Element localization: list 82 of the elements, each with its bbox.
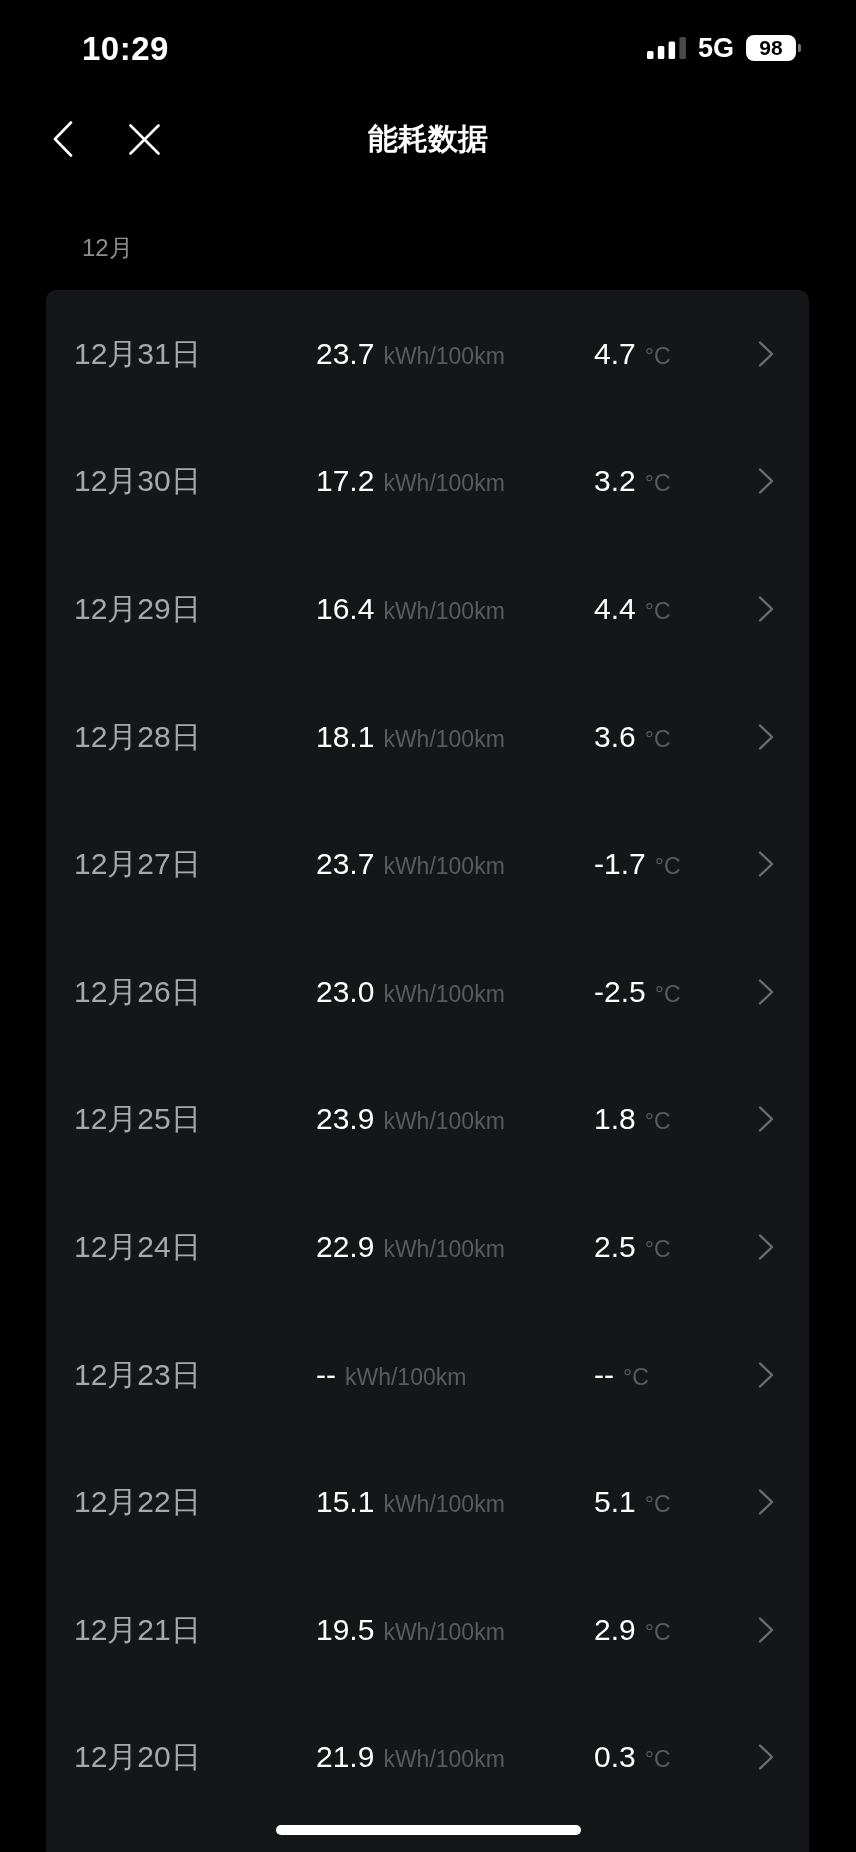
date-label: 12月29日 bbox=[74, 591, 201, 627]
consumption-unit: kWh/100km bbox=[383, 598, 505, 626]
temperature-value: 2.5 bbox=[594, 1228, 636, 1265]
consumption-value: 23.7 bbox=[316, 335, 375, 372]
chevron-right-icon[interactable] bbox=[758, 1361, 774, 1388]
date-label: 12月22日 bbox=[74, 1484, 201, 1521]
consumption-unit: kWh/100km bbox=[383, 1108, 505, 1136]
chevron-right-icon[interactable] bbox=[758, 1616, 774, 1643]
temperature-value: 2.9 bbox=[594, 1611, 636, 1648]
month-label: 12月 bbox=[82, 234, 133, 262]
chevron-right-icon[interactable] bbox=[758, 978, 774, 1005]
consumption-unit: kWh/100km bbox=[383, 470, 505, 498]
temperature-unit: °C bbox=[654, 980, 681, 1009]
consumption-value: 23.9 bbox=[316, 1101, 375, 1138]
date-label: 12月28日 bbox=[74, 718, 201, 755]
close-icon bbox=[129, 123, 160, 155]
signal-icon bbox=[646, 37, 686, 59]
consumption-unit: kWh/100km bbox=[383, 853, 505, 881]
date-label: 12月25日 bbox=[74, 1101, 201, 1138]
consumption-value: 18.1 bbox=[316, 718, 375, 755]
back-button[interactable] bbox=[53, 121, 73, 157]
temperature-unit: °C bbox=[644, 725, 671, 754]
consumption-value: 15.1 bbox=[316, 1484, 375, 1521]
consumption-value: 22.9 bbox=[316, 1228, 375, 1265]
temperature-value: -2.5 bbox=[594, 973, 646, 1010]
date-label: 12月30日 bbox=[74, 463, 201, 500]
consumption-unit: kWh/100km bbox=[383, 1235, 505, 1264]
consumption-value: -- bbox=[316, 1356, 336, 1393]
consumption-unit: kWh/100km bbox=[383, 1618, 505, 1647]
consumption-value: 16.4 bbox=[316, 591, 375, 627]
consumption-value: 19.5 bbox=[316, 1611, 375, 1648]
chevron-right-icon[interactable] bbox=[758, 1489, 774, 1516]
consumption-unit: kWh/100km bbox=[345, 1363, 467, 1392]
temperature-value: 1.8 bbox=[594, 1101, 636, 1138]
chevron-right-icon[interactable] bbox=[758, 851, 774, 878]
date-label: 12月20日 bbox=[74, 1739, 201, 1776]
temperature-unit: °C bbox=[654, 853, 681, 881]
chevron-right-icon[interactable] bbox=[758, 1106, 774, 1133]
page-title: 能耗数据 bbox=[368, 121, 488, 157]
consumption-unit: kWh/100km bbox=[383, 725, 505, 754]
temperature-unit: °C bbox=[644, 598, 671, 626]
date-label: 12月23日 bbox=[74, 1356, 201, 1393]
temperature-value: 3.2 bbox=[594, 463, 636, 500]
consumption-value: 17.2 bbox=[316, 463, 375, 500]
date-label: 12月26日 bbox=[74, 973, 201, 1010]
consumption-value: 23.7 bbox=[316, 846, 375, 883]
temperature-unit: °C bbox=[644, 1108, 671, 1136]
temperature-value: -1.7 bbox=[594, 846, 646, 883]
consumption-unit: kWh/100km bbox=[383, 342, 505, 371]
consumption-unit: kWh/100km bbox=[383, 1491, 505, 1519]
temperature-unit: °C bbox=[644, 1618, 671, 1647]
temperature-unit: °C bbox=[623, 1363, 649, 1392]
temperature-unit: °C bbox=[644, 1746, 671, 1774]
chevron-left-icon bbox=[53, 121, 73, 157]
temperature-value: 5.1 bbox=[594, 1484, 636, 1521]
battery-indicator: 98 bbox=[746, 35, 801, 61]
temperature-value: 0.3 bbox=[594, 1739, 636, 1776]
chevron-right-icon[interactable] bbox=[758, 1233, 774, 1260]
temperature-unit: °C bbox=[644, 342, 671, 371]
chevron-right-icon[interactable] bbox=[758, 340, 774, 367]
temperature-unit: °C bbox=[644, 470, 671, 498]
temperature-value: 4.4 bbox=[594, 591, 636, 627]
date-label: 12月31日 bbox=[74, 335, 201, 372]
chevron-right-icon[interactable] bbox=[758, 596, 774, 622]
date-label: 12月27日 bbox=[74, 846, 201, 883]
chevron-right-icon[interactable] bbox=[758, 468, 774, 495]
consumption-value: 23.0 bbox=[316, 973, 375, 1010]
temperature-value: 4.7 bbox=[594, 335, 636, 372]
consumption-unit: kWh/100km bbox=[383, 980, 505, 1009]
chevron-right-icon[interactable] bbox=[758, 1744, 774, 1771]
temperature-value: 3.6 bbox=[594, 718, 636, 755]
close-button[interactable] bbox=[129, 123, 160, 155]
network-label: 5G bbox=[697, 34, 734, 62]
chevron-right-icon[interactable] bbox=[758, 723, 774, 750]
date-label: 12月21日 bbox=[74, 1611, 201, 1648]
temperature-unit: °C bbox=[644, 1491, 671, 1519]
status-time: 10:29 bbox=[82, 31, 169, 65]
temperature-unit: °C bbox=[644, 1235, 671, 1264]
consumption-value: 21.9 bbox=[316, 1739, 375, 1776]
date-label: 12月24日 bbox=[74, 1228, 201, 1265]
consumption-unit: kWh/100km bbox=[383, 1746, 505, 1774]
temperature-value: -- bbox=[594, 1356, 614, 1393]
